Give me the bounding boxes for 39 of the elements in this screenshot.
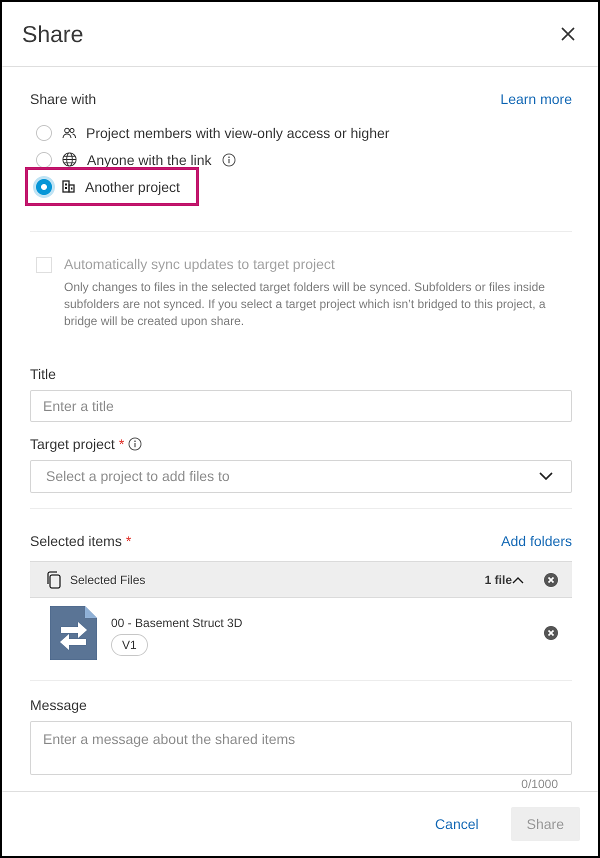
version-tag: V1 [111,634,148,656]
learn-more-link[interactable]: Learn more [500,91,572,107]
field-label: Title [30,366,56,382]
message-field[interactable]: Enter a message about the shared items [30,721,572,775]
info-icon[interactable] [222,152,236,166]
info-icon[interactable] [128,436,142,451]
globe-icon [62,152,77,167]
file-name: 00 - Basement Struct 3D [111,616,244,630]
group-title: Selected Files [70,572,146,587]
clear-icon[interactable] [544,626,558,640]
sync-description: Only changes to files in the selected target folders will be synced. Subfolders or files inside subfolders are not synced. If you select a target project which isn’t bridged to this project, a bridge will be created upon share. [64,278,547,330]
field-label: Message [30,697,87,714]
clear-icon[interactable] [544,572,558,587]
file-icon [50,606,97,660]
title-field[interactable]: Enter a title [30,390,572,422]
close-icon [560,26,576,42]
field-label: Target project [30,436,115,452]
section-label: Share with [30,91,96,107]
option-label: Anyone with the link [87,152,212,168]
character-counter: 0/1000 [521,777,558,791]
copy-icon [46,570,62,589]
dialog-title: Share [22,20,84,48]
add-folders-link[interactable]: Add folders [501,532,572,549]
required-mark: * [126,532,132,549]
chevron-up-icon[interactable] [512,576,524,584]
option-label: Another project [85,178,180,194]
radio-button[interactable] [36,152,52,168]
building-icon [62,180,75,193]
required-mark: * [118,436,124,452]
file-count: 1 file [484,572,512,587]
field-label: Selected items [30,532,122,549]
radio-button[interactable] [36,178,52,194]
people-icon [62,126,76,138]
option-label: Project members with view-only access or higher [86,124,390,140]
radio-button[interactable] [36,124,52,140]
checkbox-label: Automatically sync updates to target project [64,256,335,272]
chevron-down-icon [539,472,553,480]
project-dropdown[interactable]: Select a project to add files to [30,460,572,493]
cancel-button[interactable]: Cancel [435,816,479,832]
